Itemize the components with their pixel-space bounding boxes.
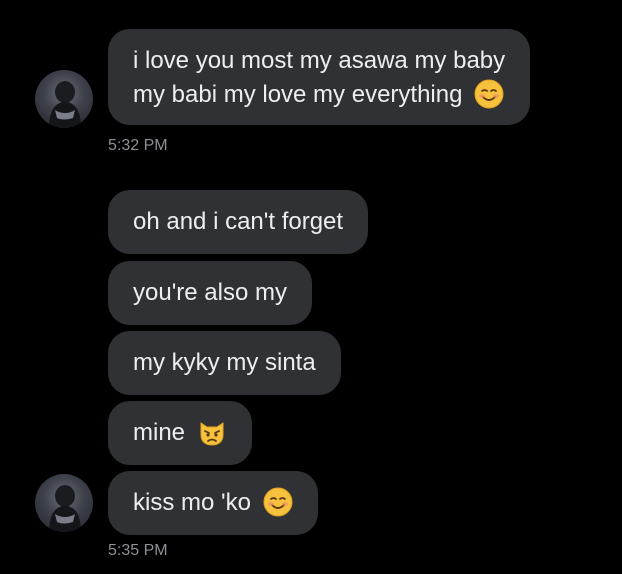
message-timestamp: 5:32 PM: [108, 137, 168, 154]
message-timestamp: 5:35 PM: [108, 542, 168, 559]
smiling-face-icon: [474, 79, 504, 109]
pouting-cat-icon: [197, 417, 227, 447]
message-text: oh and i can't forget: [133, 208, 344, 235]
message-line: i love you most my asawa my baby: [133, 47, 506, 74]
message-text: kiss mo 'ko: [133, 489, 251, 516]
message-line: my babi my love my everything: [133, 78, 505, 112]
message-bubble[interactable]: you're also my: [108, 261, 312, 325]
sender-avatar[interactable]: [35, 70, 93, 128]
message-bubble[interactable]: oh and i can't forget: [108, 190, 369, 254]
message-bubble[interactable]: i love you most my asawa my baby my babi…: [108, 29, 531, 125]
message-text: my kyky my sinta: [133, 349, 316, 376]
avatar-photo: [49, 485, 81, 532]
sender-avatar[interactable]: [35, 474, 93, 532]
message-bubble[interactable]: mine: [108, 401, 253, 465]
message-bubble[interactable]: my kyky my sinta: [108, 331, 341, 395]
message-text: you're also my: [133, 279, 287, 306]
message-bubble[interactable]: kiss mo 'ko: [108, 471, 318, 535]
message-text: mine: [133, 419, 186, 446]
smiling-face-icon: [263, 487, 293, 517]
avatar-photo: [49, 81, 81, 128]
